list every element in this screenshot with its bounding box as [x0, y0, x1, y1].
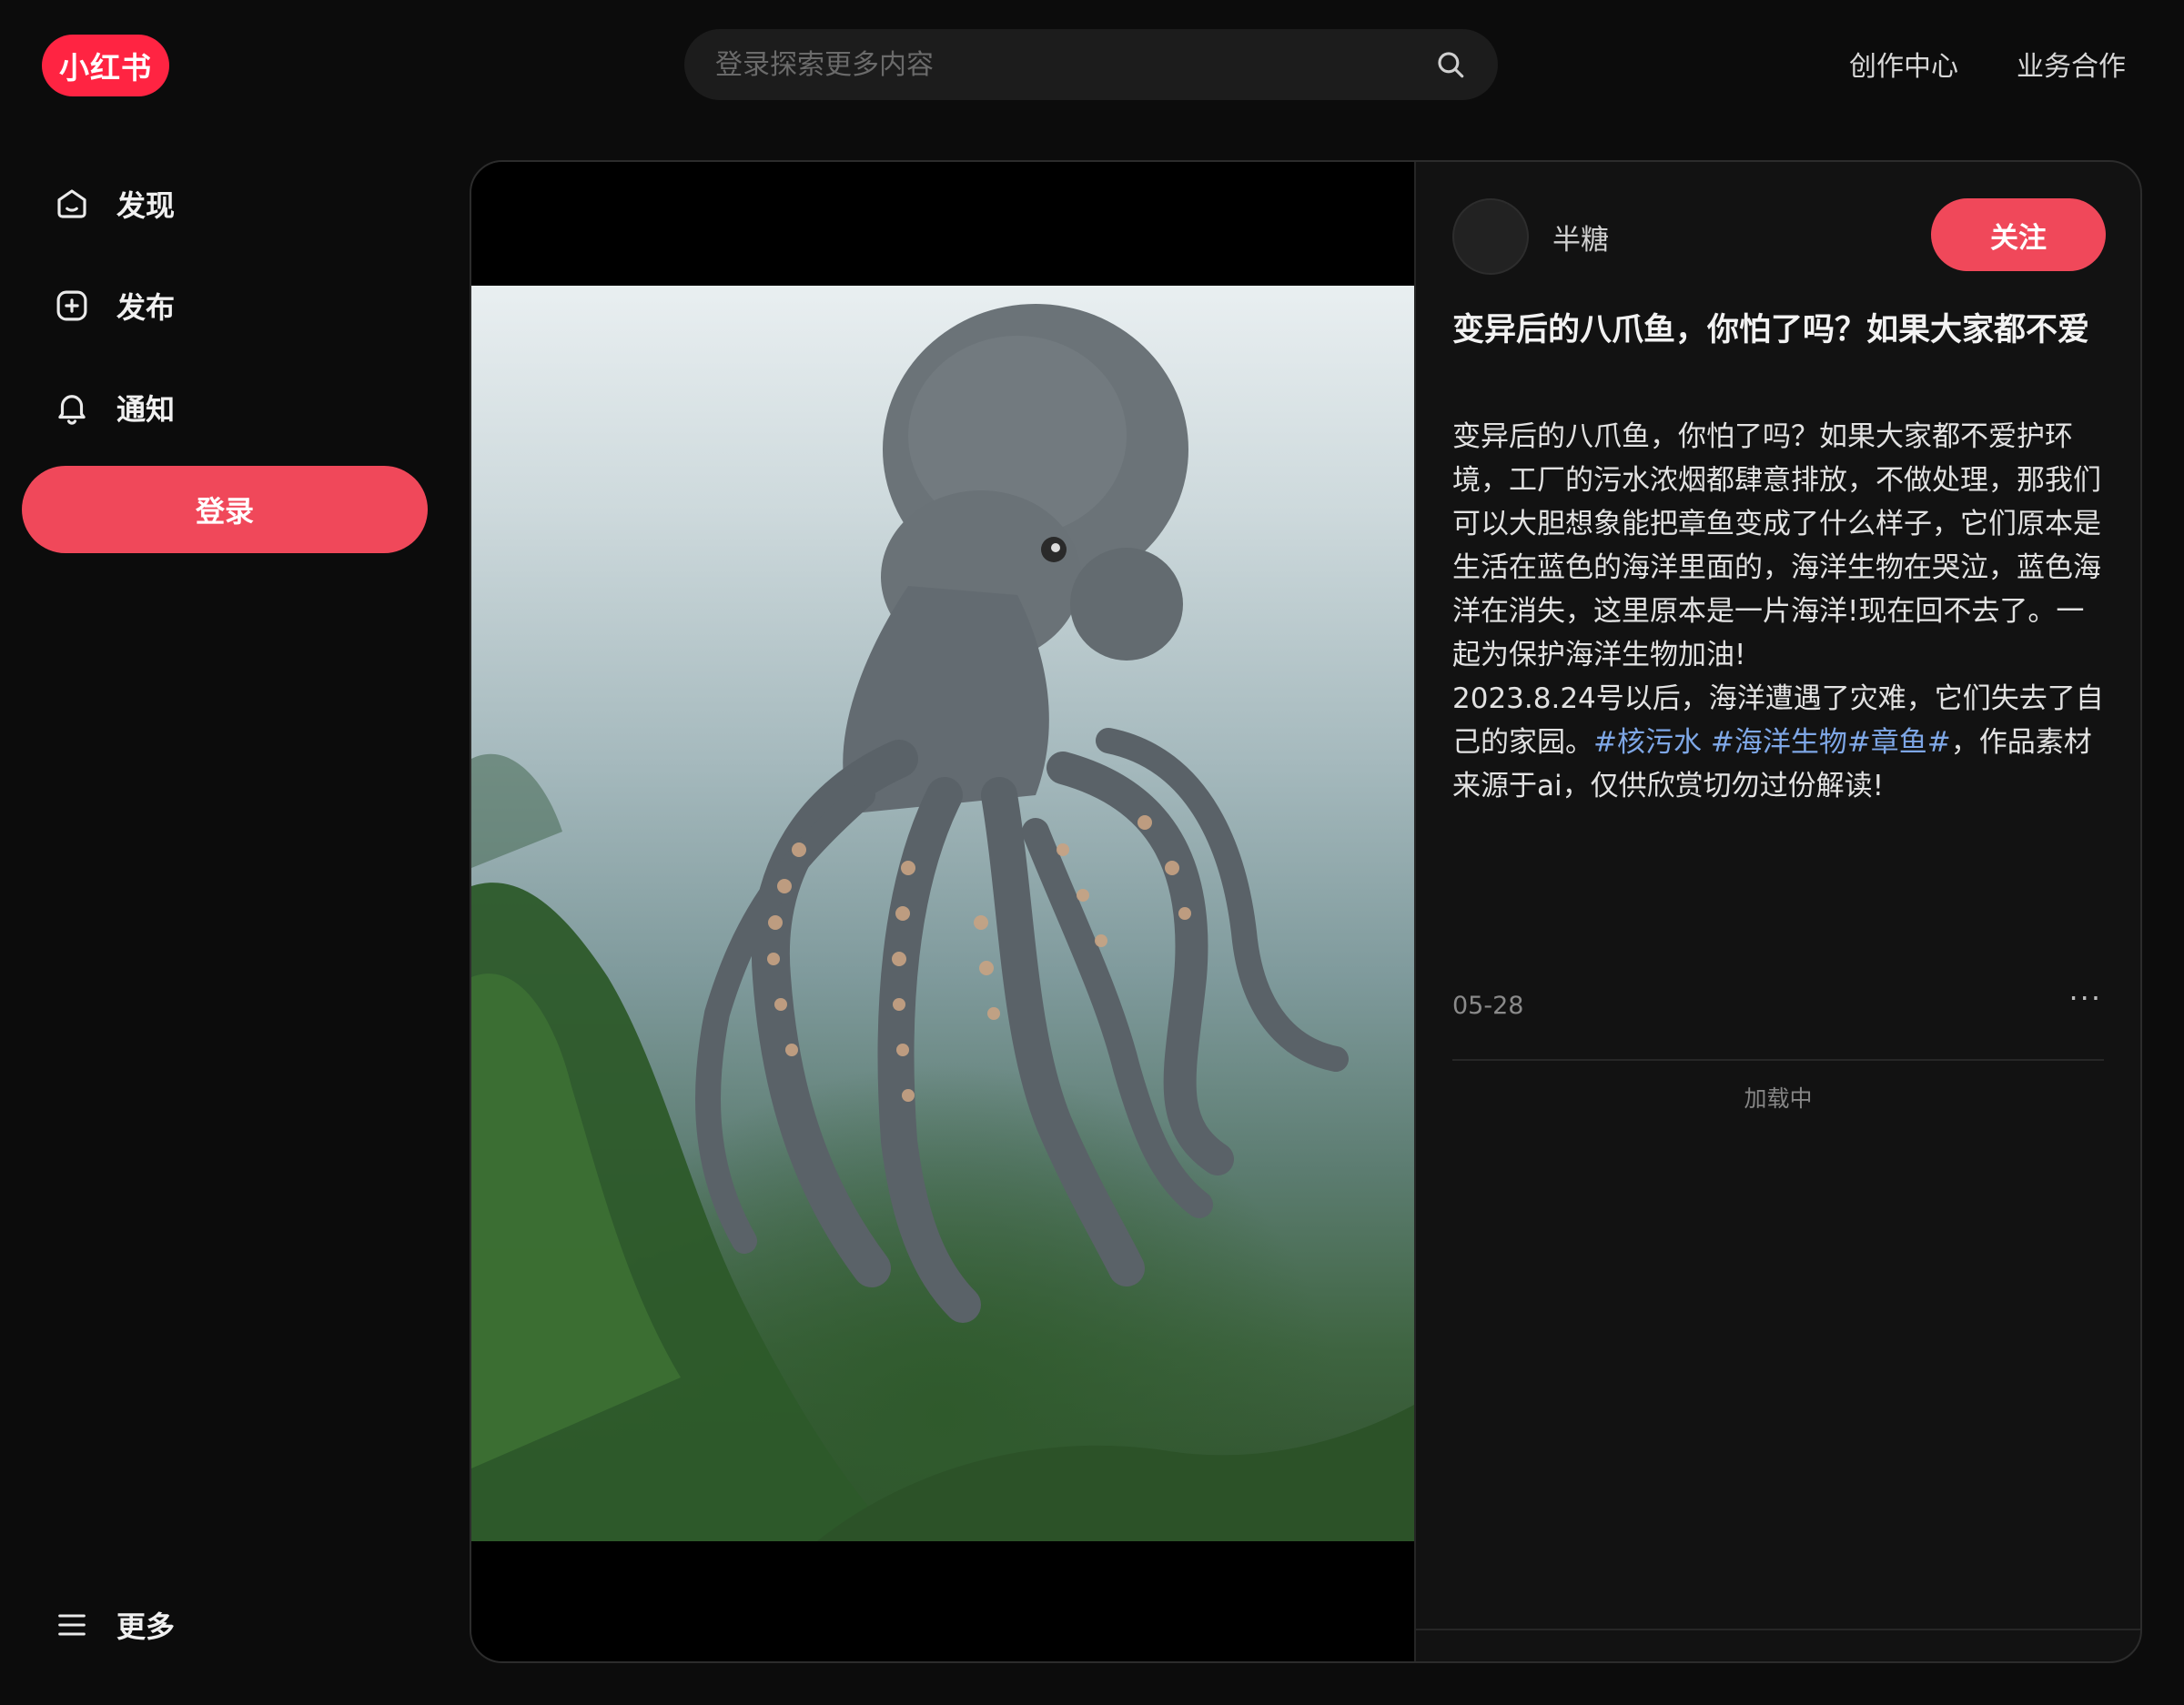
search-icon[interactable]: [1432, 46, 1469, 83]
hashtag-link[interactable]: #章鱼#: [1847, 726, 1951, 759]
xiaohongshu-logo[interactable]: 小红书: [42, 35, 169, 96]
sidebar-item-discover[interactable]: 发现: [51, 177, 175, 231]
avatar[interactable]: [1452, 198, 1529, 275]
top-links: 创作中心 业务合作: [1849, 44, 2126, 84]
plus-square-icon: [51, 285, 93, 327]
sidebar-item-label: 更多: [116, 1609, 176, 1644]
business-cooperation-link[interactable]: 业务合作: [2017, 44, 2126, 84]
note-title: 变异后的八爪鱼，你怕了吗？如果大家都不爱: [1452, 312, 2090, 348]
note-description: 变异后的八爪鱼，你怕了吗？如果大家都不爱护环境，工厂的污水浓烟都肆意排放，不做处…: [1452, 415, 2108, 808]
divider: [1452, 1059, 2104, 1061]
note-info-panel: 半糖 关注 变异后的八爪鱼，你怕了吗？如果大家都不爱 变异后的八爪鱼，你怕了吗？…: [1414, 162, 2140, 1661]
author-info[interactable]: 半糖: [1452, 198, 1609, 275]
comments-loading: 加载中: [1744, 1085, 1813, 1112]
sidebar-item-notifications[interactable]: 通知: [51, 380, 175, 435]
bell-icon: [51, 387, 93, 429]
home-icon: [51, 183, 93, 225]
sidebar-item-label: 发布: [116, 290, 176, 325]
search-input[interactable]: [713, 47, 1432, 82]
follow-button[interactable]: 关注: [1931, 198, 2106, 271]
sidebar-item-publish[interactable]: 发布: [51, 278, 175, 333]
note-date: 05-28: [1452, 992, 1524, 1020]
hashtag-link[interactable]: #海洋生物: [1711, 726, 1847, 759]
note-detail-card: 半糖 关注 变异后的八爪鱼，你怕了吗？如果大家都不爱 变异后的八爪鱼，你怕了吗？…: [470, 160, 2142, 1663]
description-text: 变异后的八爪鱼，你怕了吗？如果大家都不爱护环境，工厂的污水浓烟都肆意排放，不做处…: [1452, 420, 2101, 671]
octopus-image[interactable]: [471, 286, 1414, 1541]
login-button[interactable]: 登录: [22, 466, 428, 553]
creator-center-link[interactable]: 创作中心: [1849, 44, 1958, 84]
author-name[interactable]: 半糖: [1552, 217, 1609, 257]
search-bar[interactable]: [684, 29, 1498, 100]
sidebar-item-label: 发现: [116, 188, 176, 223]
hashtag-link[interactable]: #核污水: [1593, 726, 1702, 759]
sidebar-item-label: 通知: [116, 392, 176, 427]
menu-icon: [51, 1604, 93, 1646]
sidebar-item-more[interactable]: 更多: [51, 1598, 175, 1652]
more-options-icon[interactable]: ···: [2068, 981, 2102, 1015]
interaction-bar: [1416, 1629, 2140, 1661]
note-media[interactable]: [471, 162, 1414, 1661]
